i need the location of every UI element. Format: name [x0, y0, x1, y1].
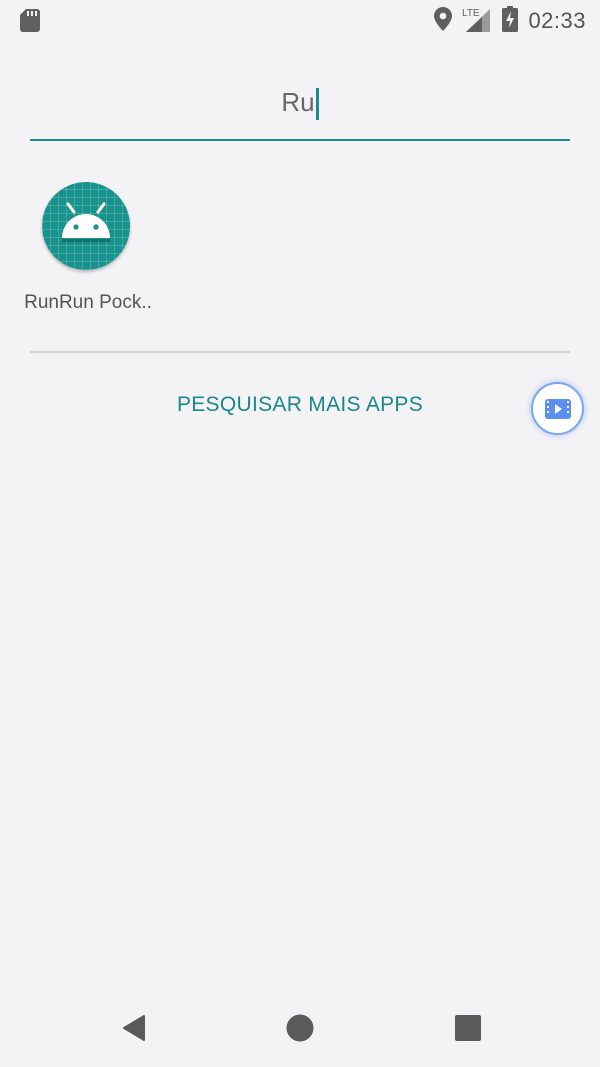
search-input[interactable]: Ru [30, 84, 570, 121]
home-button[interactable] [284, 1012, 316, 1044]
signal-icon: LTE [462, 6, 492, 37]
search-underline [30, 139, 570, 141]
status-bar: LTE 02:33 [0, 0, 600, 42]
search-field[interactable]: Ru [30, 70, 570, 142]
sd-card-icon [20, 9, 40, 32]
clock: 02:33 [528, 8, 586, 33]
search-more-apps-button[interactable]: PESQUISAR MAIS APPS [150, 393, 450, 417]
text-cursor [315, 88, 319, 121]
recents-icon [452, 1015, 484, 1048]
back-button[interactable] [118, 1012, 150, 1044]
screen: LTE 02:33 Ru RunRun Pock.. PESQUISAR MAI… [0, 0, 600, 1067]
app-result-label: RunRun Pock.. [24, 292, 152, 313]
recents-button[interactable] [452, 1012, 484, 1044]
home-icon [284, 1014, 316, 1048]
android-app-icon [42, 182, 130, 270]
network-type-label: LTE [462, 8, 480, 19]
back-icon [118, 1015, 150, 1048]
location-icon [434, 6, 453, 36]
navigation-bar [0, 990, 600, 1067]
app-result-item[interactable]: RunRun Pock.. [18, 178, 158, 318]
battery-charging-icon [502, 5, 519, 37]
divider [30, 351, 570, 353]
search-query: Ru [281, 87, 315, 117]
floating-recorder-button[interactable] [531, 382, 584, 435]
